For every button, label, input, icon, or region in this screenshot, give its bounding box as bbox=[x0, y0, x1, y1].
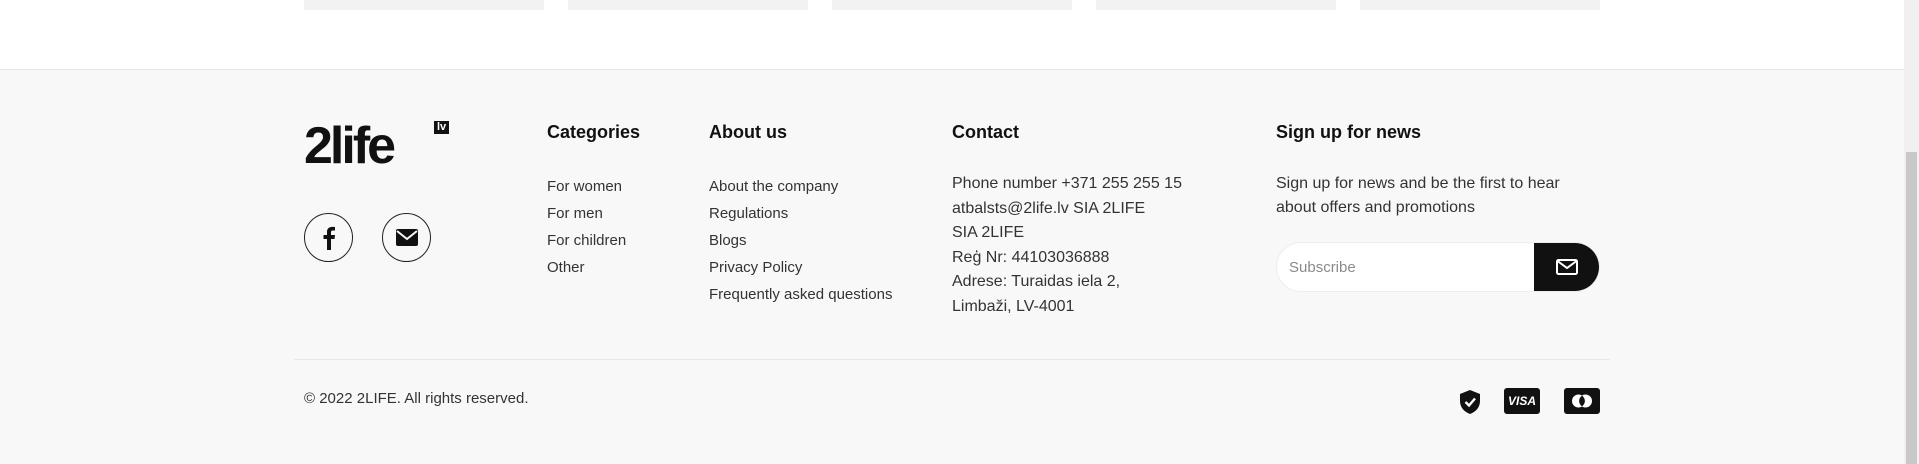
contact-address-city: Limbaži, LV-4001 bbox=[952, 297, 1075, 315]
envelope-icon bbox=[1556, 259, 1578, 275]
product-card[interactable] bbox=[304, 0, 544, 10]
mastercard-icon bbox=[1572, 394, 1592, 408]
shield-check-icon bbox=[1460, 390, 1480, 414]
footer-link[interactable]: Blogs bbox=[709, 227, 892, 254]
secure-payment bbox=[1458, 388, 1482, 416]
newsletter-title: Sign up for news bbox=[1276, 122, 1422, 142]
footer-link[interactable]: For children bbox=[547, 227, 626, 254]
product-card[interactable] bbox=[1360, 0, 1600, 10]
visa-badge: VISA bbox=[1504, 388, 1540, 414]
site-footer: 2life lv Categories For women For men Fo… bbox=[0, 70, 1904, 464]
categories-list: For women For men For children Other bbox=[547, 173, 626, 281]
email-button[interactable] bbox=[382, 213, 431, 262]
mastercard-badge bbox=[1564, 388, 1600, 414]
visa-icon: VISA bbox=[1507, 394, 1536, 408]
subscribe-input[interactable] bbox=[1277, 243, 1533, 291]
contact-phone[interactable]: Phone number +371 255 255 15 bbox=[952, 172, 1182, 197]
product-card[interactable] bbox=[1096, 0, 1336, 10]
facebook-button[interactable] bbox=[304, 213, 353, 262]
contact-address: Adrese: Turaidas iela 2, bbox=[952, 273, 1121, 290]
facebook-icon bbox=[323, 226, 335, 250]
scrollbar-thumb[interactable] bbox=[1906, 152, 1917, 464]
product-card[interactable] bbox=[568, 0, 808, 10]
footer-link[interactable]: Regulations bbox=[709, 200, 892, 227]
contact-details: Phone number +371 255 255 15 atbalsts@2l… bbox=[952, 172, 1182, 319]
footer-link[interactable]: For men bbox=[547, 200, 626, 227]
copyright: © 2022 2LIFE. All rights reserved. bbox=[304, 390, 529, 407]
email-icon bbox=[395, 229, 418, 246]
subscribe-button[interactable] bbox=[1534, 243, 1599, 291]
categories-title: Categories bbox=[547, 122, 641, 142]
newsletter-text: Sign up for news and be the first to hea… bbox=[1276, 175, 1560, 216]
footer-link[interactable]: For women bbox=[547, 173, 626, 200]
contact-title: Contact bbox=[952, 122, 1019, 142]
scrollbar[interactable] bbox=[1904, 0, 1919, 464]
product-row-bottom bbox=[0, 0, 1904, 70]
footer-link[interactable]: Other bbox=[547, 254, 626, 281]
about-list: About the company Regulations Blogs Priv… bbox=[709, 173, 892, 308]
logo[interactable]: 2life lv bbox=[304, 120, 450, 172]
product-card[interactable] bbox=[832, 0, 1072, 10]
footer-divider bbox=[294, 359, 1610, 360]
about-title: About us bbox=[709, 122, 787, 142]
footer-link[interactable]: About the company bbox=[709, 173, 892, 200]
footer-link[interactable]: Frequently asked questions bbox=[709, 281, 892, 308]
footer-link[interactable]: Privacy Policy bbox=[709, 254, 892, 281]
subscribe-form bbox=[1276, 242, 1600, 292]
logo-badge: lv bbox=[434, 121, 450, 134]
contact-reg-number: Reģ Nr: 44103036888 bbox=[952, 248, 1110, 266]
contact-company: SIA 2LIFE bbox=[952, 224, 1025, 241]
contact-email[interactable]: atbalsts@2life.lv SIA 2LIFE bbox=[952, 197, 1182, 222]
